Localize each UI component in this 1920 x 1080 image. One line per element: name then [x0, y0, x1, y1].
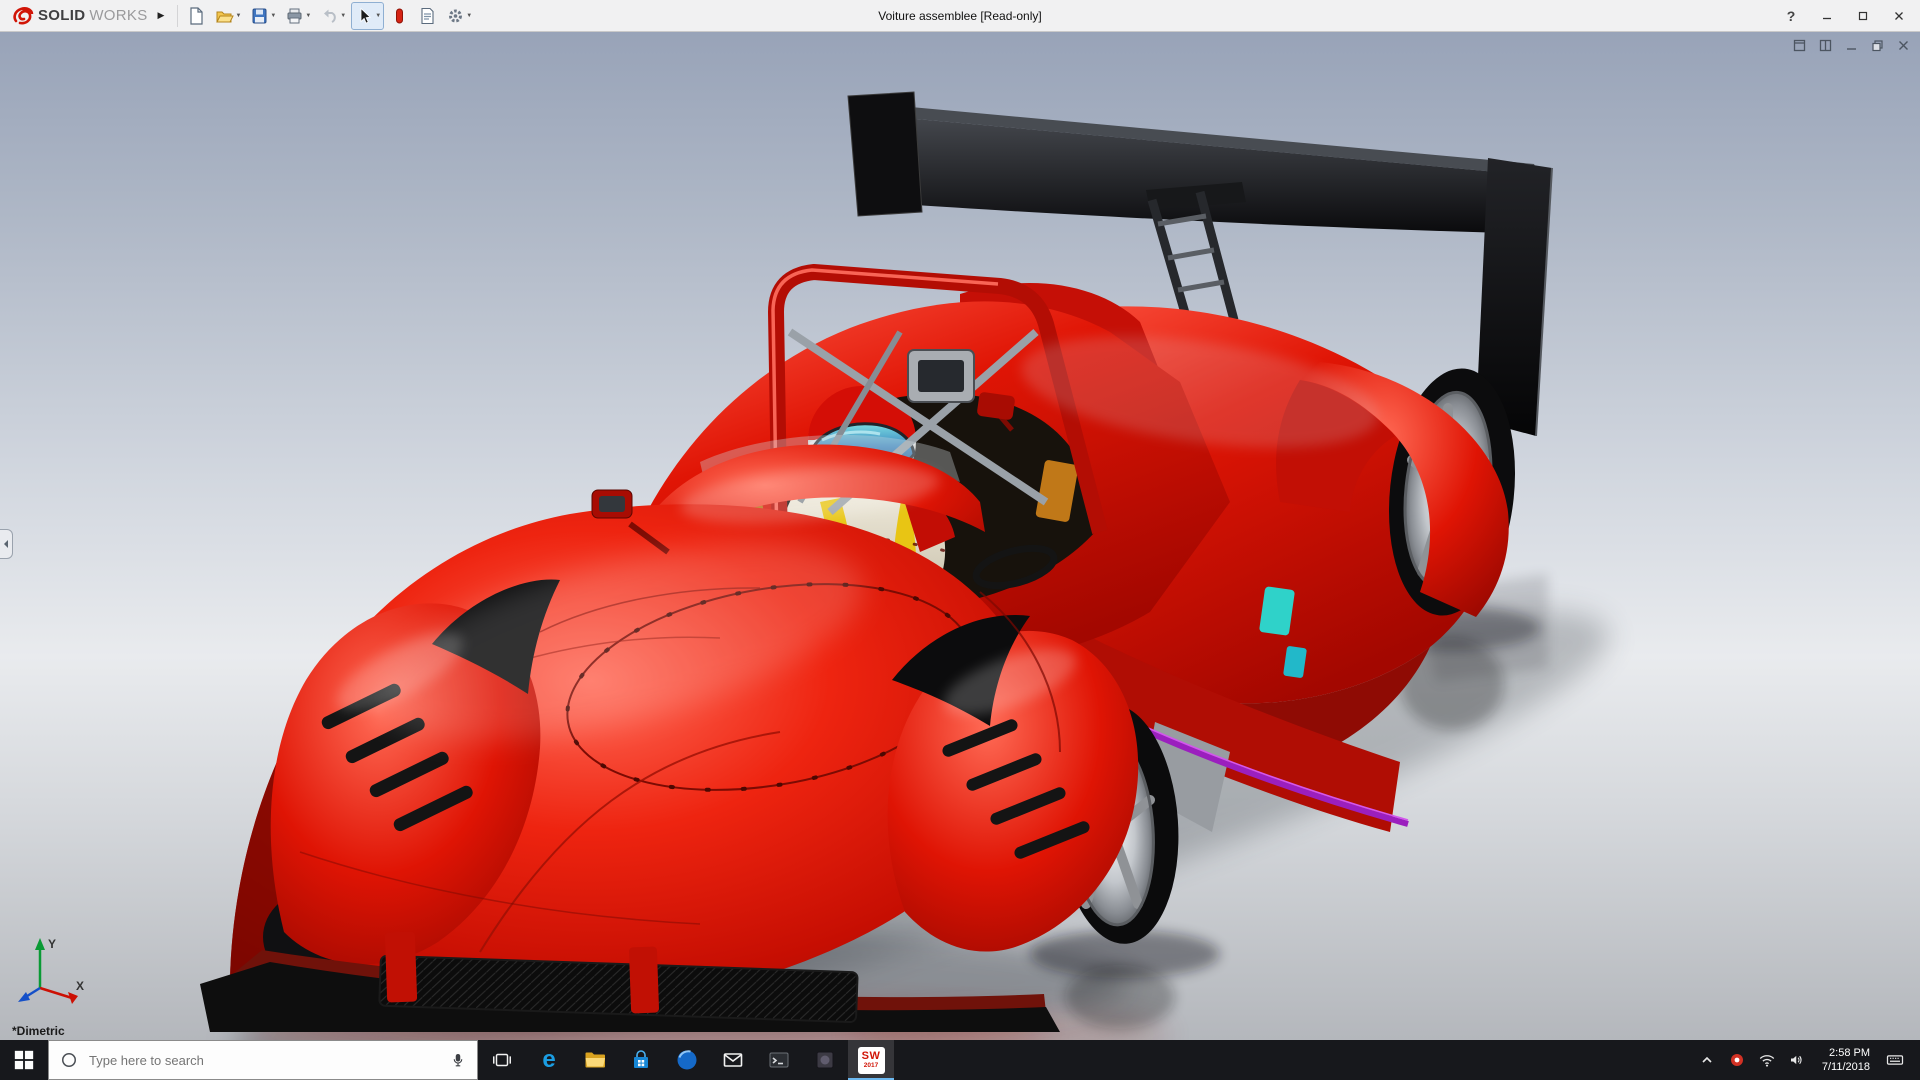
- document-window-controls: [1790, 36, 1912, 54]
- new-window-icon: [1793, 39, 1806, 52]
- task-view-icon: [491, 1049, 513, 1071]
- doc-split-button[interactable]: [1816, 36, 1834, 54]
- cyan-decal: [1259, 586, 1295, 636]
- toolbar: ▼ ▼ ▼ ▼: [183, 2, 475, 30]
- close-icon: [1893, 10, 1905, 22]
- appearance-icon: [389, 6, 409, 26]
- solidworks-logo: SOLIDWORKS: [6, 5, 154, 27]
- split-pane-icon: [1819, 39, 1832, 52]
- options-dropdown-caret[interactable]: ▼: [466, 13, 472, 19]
- brand-works: WORKS: [89, 7, 147, 24]
- doc-restore-button[interactable]: [1868, 36, 1886, 54]
- toolbar-separator: [177, 5, 178, 27]
- store-button[interactable]: [618, 1040, 664, 1080]
- doc-close-icon: [1897, 39, 1910, 52]
- tray-badge-icon: [1729, 1052, 1745, 1068]
- minimize-button[interactable]: [1812, 3, 1842, 29]
- triad-y-label: Y: [48, 937, 56, 951]
- new-document-button[interactable]: [183, 2, 209, 30]
- search-input[interactable]: [89, 1053, 439, 1068]
- round-app-button[interactable]: [664, 1040, 710, 1080]
- search-box[interactable]: [48, 1040, 478, 1080]
- appearance-button[interactable]: [386, 2, 412, 30]
- triad-x-label: X: [76, 979, 84, 993]
- touch-keyboard-button[interactable]: [1882, 1040, 1908, 1080]
- solidworks-app-icon: SW 2017: [858, 1047, 885, 1074]
- terminal-icon: [767, 1048, 791, 1072]
- open-icon: [214, 6, 234, 26]
- network-icon: [1758, 1051, 1776, 1069]
- chevron-up-icon: [1700, 1053, 1714, 1067]
- taskbar: e: [0, 1040, 1920, 1080]
- file-properties-icon: [417, 6, 437, 26]
- edge-icon: e: [542, 1046, 555, 1074]
- view-orientation-label: *Dimetric: [12, 1024, 65, 1038]
- volume-icon: [1788, 1051, 1806, 1069]
- solidworks-app-button[interactable]: SW 2017: [848, 1040, 894, 1080]
- close-button[interactable]: [1884, 3, 1914, 29]
- print-icon: [284, 6, 304, 26]
- options-gear-icon: [445, 6, 465, 26]
- select-button[interactable]: ▼: [351, 2, 384, 30]
- terminal-button[interactable]: [756, 1040, 802, 1080]
- select-dropdown-caret[interactable]: ▼: [375, 13, 381, 19]
- new-document-icon: [186, 6, 206, 26]
- file-explorer-button[interactable]: [572, 1040, 618, 1080]
- clock-time: 2:58 PM: [1822, 1046, 1870, 1060]
- maximize-icon: [1857, 10, 1869, 22]
- dark-app-button[interactable]: [802, 1040, 848, 1080]
- file-properties-button[interactable]: [414, 2, 440, 30]
- doc-new-window-button[interactable]: [1790, 36, 1808, 54]
- start-button[interactable]: [0, 1040, 48, 1080]
- microphone-icon[interactable]: [449, 1050, 467, 1070]
- options-button[interactable]: ▼: [442, 2, 475, 30]
- save-icon: [249, 6, 269, 26]
- window-title: Voiture assemblee [Read-only]: [878, 9, 1041, 23]
- touch-keyboard-icon: [1885, 1050, 1905, 1070]
- menu-expander-icon[interactable]: ▶: [158, 10, 165, 21]
- edge-button[interactable]: e: [526, 1040, 572, 1080]
- save-button[interactable]: ▼: [246, 2, 279, 30]
- minimize-icon: [1821, 10, 1833, 22]
- model-canvas[interactable]: [0, 32, 1920, 1040]
- select-icon: [354, 6, 374, 26]
- doc-restore-icon: [1871, 39, 1884, 52]
- dark-app-icon: [813, 1048, 837, 1072]
- doc-close-button[interactable]: [1894, 36, 1912, 54]
- windows-logo-icon: [13, 1049, 35, 1071]
- print-dropdown-caret[interactable]: ▼: [305, 13, 311, 19]
- titlebar: SOLIDWORKS ▶ ▼ ▼: [0, 0, 1920, 32]
- file-explorer-icon: [583, 1048, 607, 1072]
- feature-tree-collapse-tab[interactable]: [0, 529, 13, 559]
- cortana-icon: [59, 1050, 79, 1070]
- mail-button[interactable]: [710, 1040, 756, 1080]
- circular-app-icon: [675, 1048, 699, 1072]
- tray-badge-button[interactable]: [1724, 1040, 1750, 1080]
- window-controls: ?: [1776, 3, 1914, 29]
- network-button[interactable]: [1754, 1040, 1780, 1080]
- open-button[interactable]: ▼: [211, 2, 244, 30]
- doc-minimize-icon: [1845, 39, 1858, 52]
- brand-solid: SOLID: [38, 7, 85, 24]
- orientation-triad: Y X: [16, 932, 90, 1006]
- clock-date: 7/11/2018: [1822, 1060, 1870, 1074]
- system-tray: 2:58 PM 7/11/2018: [1694, 1040, 1920, 1080]
- maximize-button[interactable]: [1848, 3, 1878, 29]
- open-dropdown-caret[interactable]: ▼: [235, 13, 241, 19]
- undo-icon: [319, 6, 339, 26]
- save-dropdown-caret[interactable]: ▼: [270, 13, 276, 19]
- clock[interactable]: 2:58 PM 7/11/2018: [1814, 1046, 1878, 1074]
- doc-minimize-button[interactable]: [1842, 36, 1860, 54]
- print-button[interactable]: ▼: [281, 2, 314, 30]
- store-icon: [629, 1048, 653, 1072]
- help-button[interactable]: ?: [1776, 3, 1806, 29]
- hidden-icons-button[interactable]: [1694, 1040, 1720, 1080]
- volume-button[interactable]: [1784, 1040, 1810, 1080]
- model-viewport[interactable]: Y X *Dimetric: [0, 32, 1920, 1040]
- ds-logo-icon: [12, 5, 34, 27]
- undo-dropdown-caret[interactable]: ▼: [340, 13, 346, 19]
- undo-button[interactable]: ▼: [316, 2, 349, 30]
- mail-icon: [721, 1048, 745, 1072]
- task-view-button[interactable]: [478, 1040, 526, 1080]
